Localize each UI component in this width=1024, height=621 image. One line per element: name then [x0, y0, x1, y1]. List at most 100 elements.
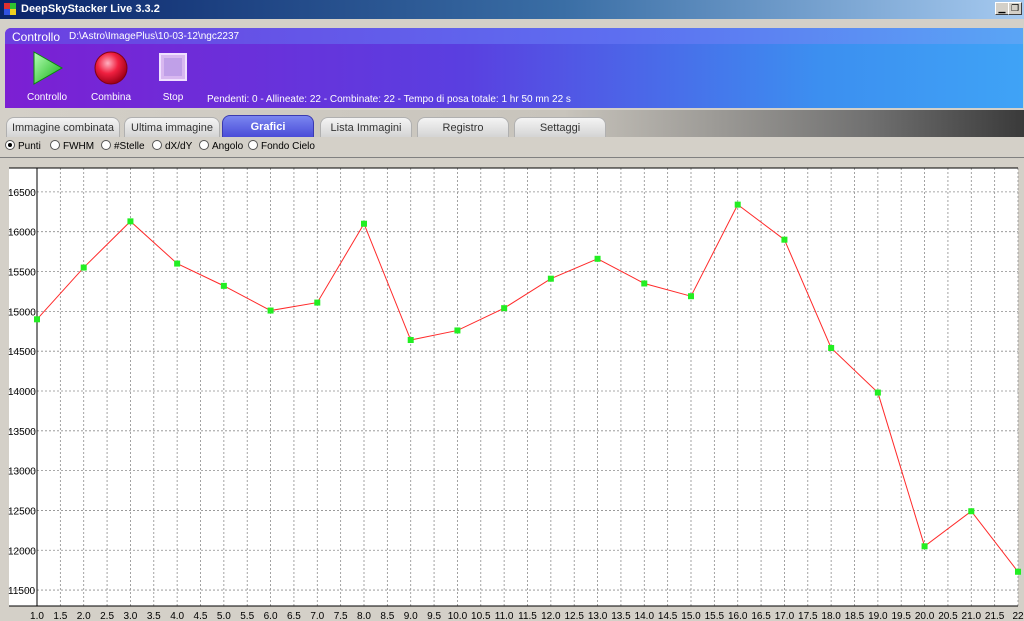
- tab-label: Lista Immagini: [330, 122, 402, 134]
- x-tick-label: 16.5: [751, 611, 771, 621]
- data-point: [688, 293, 694, 300]
- record-icon: [94, 51, 128, 85]
- x-tick-label: 7.0: [310, 611, 324, 621]
- x-tick-label: 1.5: [53, 611, 67, 621]
- combina-button[interactable]: Combina: [89, 50, 133, 103]
- radio-fondo-cielo[interactable]: Fondo Cielo: [248, 140, 315, 152]
- minimize-button[interactable]: ▁: [995, 2, 1009, 15]
- x-tick-label: 20.5: [938, 611, 958, 621]
- data-point: [80, 264, 87, 271]
- data-point: [828, 344, 835, 351]
- data-point: [454, 327, 461, 334]
- x-tick-label: 21.5: [985, 611, 1005, 621]
- data-point: [501, 305, 508, 312]
- x-tick-label: 15.0: [681, 611, 701, 621]
- y-tick-label: 13000: [8, 467, 36, 478]
- radio-label: #Stelle: [114, 141, 145, 152]
- window-title: DeepSkyStacker Live 3.3.2: [21, 3, 160, 15]
- x-tick-label: 9.0: [404, 611, 418, 621]
- y-tick-label: 13500: [8, 427, 36, 438]
- x-tick-label: 5.5: [240, 611, 254, 621]
- radio-stelle[interactable]: #Stelle: [101, 140, 145, 152]
- y-tick-label: 12000: [8, 546, 36, 557]
- y-tick-label: 16500: [8, 188, 36, 199]
- x-tick-label: 2.0: [77, 611, 91, 621]
- tab-registro[interactable]: Registro: [417, 117, 509, 137]
- radio-label: FWHM: [63, 141, 95, 152]
- x-tick-label: 18.5: [845, 611, 865, 621]
- tab-label: Settaggi: [539, 122, 581, 134]
- graph-chart: 1.0 1.5 2.0 2.5 3.0 3.5 4.0 4.5 5.0 5.5 6.0 6.5 7.0 7…: [8, 167, 1024, 621]
- x-tick-label: 8.0: [357, 611, 371, 621]
- x-tick-label: 6.0: [264, 611, 278, 621]
- controllo-button[interactable]: Controllo: [25, 50, 69, 103]
- stop-button[interactable]: Stop: [151, 50, 195, 103]
- y-tick-label: 15500: [8, 268, 36, 279]
- x-tick-label: 12.0: [541, 611, 561, 621]
- data-point: [734, 201, 741, 208]
- radio-fwhm[interactable]: FWHM: [50, 140, 94, 152]
- x-tick-label: 7.5: [334, 611, 348, 621]
- x-tick-label: 19.5: [891, 611, 911, 621]
- data-point: [407, 337, 414, 344]
- x-tick-label: 11.5: [518, 611, 537, 621]
- tab-immagine-combinata[interactable]: Immagine combinata: [6, 117, 120, 137]
- data-point: [127, 218, 134, 225]
- x-tick-label: 17.0: [775, 611, 795, 621]
- folder-path: D:\Astro\ImagePlus\10-03-12\ngc2237: [69, 31, 240, 42]
- stop-label: Stop: [162, 92, 184, 103]
- control-panel-title: Controllo: [12, 30, 61, 44]
- x-tick-label: 16.0: [728, 611, 748, 621]
- data-point: [781, 236, 788, 243]
- tab-grafici[interactable]: Grafici: [222, 115, 314, 137]
- radio-label: Punti: [18, 141, 41, 152]
- controllo-label: Controllo: [26, 92, 68, 103]
- data-point: [547, 275, 554, 282]
- x-tick-label: 15.5: [705, 611, 725, 621]
- status-text: Pendenti: 0 - Allineate: 22 - Combinate:…: [207, 94, 571, 105]
- x-tick-label: 5.0: [217, 611, 231, 621]
- data-point: [594, 255, 601, 262]
- tab-lista-immagini[interactable]: Lista Immagini: [320, 117, 412, 137]
- radio-dxdy[interactable]: dX/dY: [152, 140, 192, 152]
- radio-angolo[interactable]: Angolo: [199, 140, 243, 152]
- radio-icon: [101, 140, 111, 150]
- x-tick-label: 13.0: [588, 611, 608, 621]
- x-tick-label: 20.0: [915, 611, 935, 621]
- radio-icon: [199, 140, 209, 150]
- tab-label: Immagine combinata: [11, 122, 115, 134]
- data-point: [34, 316, 40, 323]
- y-tick-label: 12500: [8, 506, 36, 517]
- radio-label: Angolo: [212, 141, 244, 152]
- radio-icon: [248, 140, 258, 150]
- x-tick-label: 11.0: [495, 611, 514, 621]
- x-tick-label: 8.5: [380, 611, 394, 621]
- radio-label: dX/dY: [165, 141, 193, 152]
- tab-settaggi[interactable]: Settaggi: [514, 117, 606, 137]
- x-tick-label: 22: [1012, 611, 1024, 621]
- x-tick-label: 18.0: [821, 611, 841, 621]
- combina-label: Combina: [90, 92, 132, 103]
- title-bar: DeepSkyStacker Live 3.3.2 ▁ ❐: [0, 0, 1024, 19]
- radio-label: Fondo Cielo: [261, 141, 315, 152]
- x-tick-label: 13.5: [611, 611, 631, 621]
- x-tick-label: 14.5: [658, 611, 678, 621]
- data-point: [874, 389, 881, 396]
- x-tick-label: 21.0: [962, 611, 982, 621]
- app-icon: [4, 3, 16, 15]
- tab-ultima-immagine[interactable]: Ultima immagine: [124, 117, 220, 137]
- graph-options: Punti FWHM #Stelle dX/dY Angolo Fondo Ci…: [0, 137, 1024, 157]
- data-point: [220, 282, 227, 289]
- y-tick-label: 14500: [8, 347, 36, 358]
- control-panel-header: Controllo D:\Astro\ImagePlus\10-03-12\ng…: [5, 28, 1023, 44]
- data-point: [314, 299, 321, 306]
- x-tick-label: 12.5: [564, 611, 584, 621]
- radio-punti[interactable]: Punti: [5, 140, 41, 152]
- x-tick-label: 9.5: [427, 611, 441, 621]
- tab-label: Ultima immagine: [131, 122, 213, 134]
- stop-icon: [159, 53, 187, 81]
- x-tick-label: 3.0: [123, 611, 137, 621]
- x-tick-label: 10.5: [471, 611, 491, 621]
- restore-button[interactable]: ❐: [1008, 2, 1022, 15]
- radio-icon: [152, 140, 162, 150]
